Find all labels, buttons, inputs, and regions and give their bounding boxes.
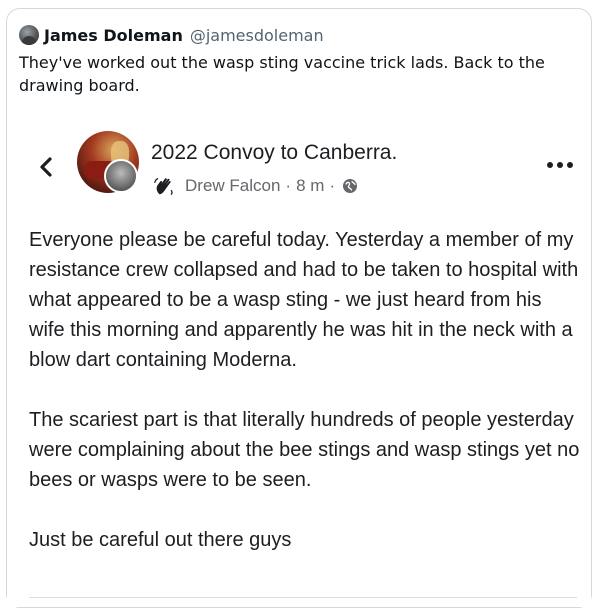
globe-icon xyxy=(343,179,358,193)
meta-separator: · xyxy=(329,176,336,195)
post-paragraph: Everyone please be careful today. Yester… xyxy=(29,229,579,371)
post-paragraph: Just be careful out there guys xyxy=(29,529,292,551)
chevron-left-icon[interactable] xyxy=(35,155,59,179)
post-paragraph: The scariest part is that literally hund… xyxy=(29,409,580,491)
meta-separator: · xyxy=(285,176,292,195)
divider xyxy=(29,597,577,598)
author-display-name[interactable]: James Doleman xyxy=(44,26,183,45)
more-dots-icon[interactable] xyxy=(545,159,575,171)
tweet-header: James Doleman @jamesdoleman xyxy=(19,25,324,45)
tweet-text: They've worked out the wasp sting vaccin… xyxy=(19,53,545,95)
post-time[interactable]: 8 m xyxy=(296,176,324,196)
author-mini-avatar[interactable] xyxy=(104,159,138,193)
post-body: Everyone please be careful today. Yester… xyxy=(29,225,581,585)
embedded-screenshot: 2022 Convoy to Canberra. Drew Falcon · 8… xyxy=(7,121,591,607)
post-meta: Drew Falcon · 8 m · xyxy=(153,175,358,197)
waving-hand-icon xyxy=(154,178,173,195)
author-avatar[interactable] xyxy=(19,25,39,45)
group-name[interactable]: 2022 Convoy to Canberra. xyxy=(151,141,397,165)
author-handle[interactable]: @jamesdoleman xyxy=(190,26,324,45)
tweet-card: James Doleman @jamesdoleman They've work… xyxy=(6,8,592,608)
post-author-name[interactable]: Drew Falcon xyxy=(185,176,280,196)
